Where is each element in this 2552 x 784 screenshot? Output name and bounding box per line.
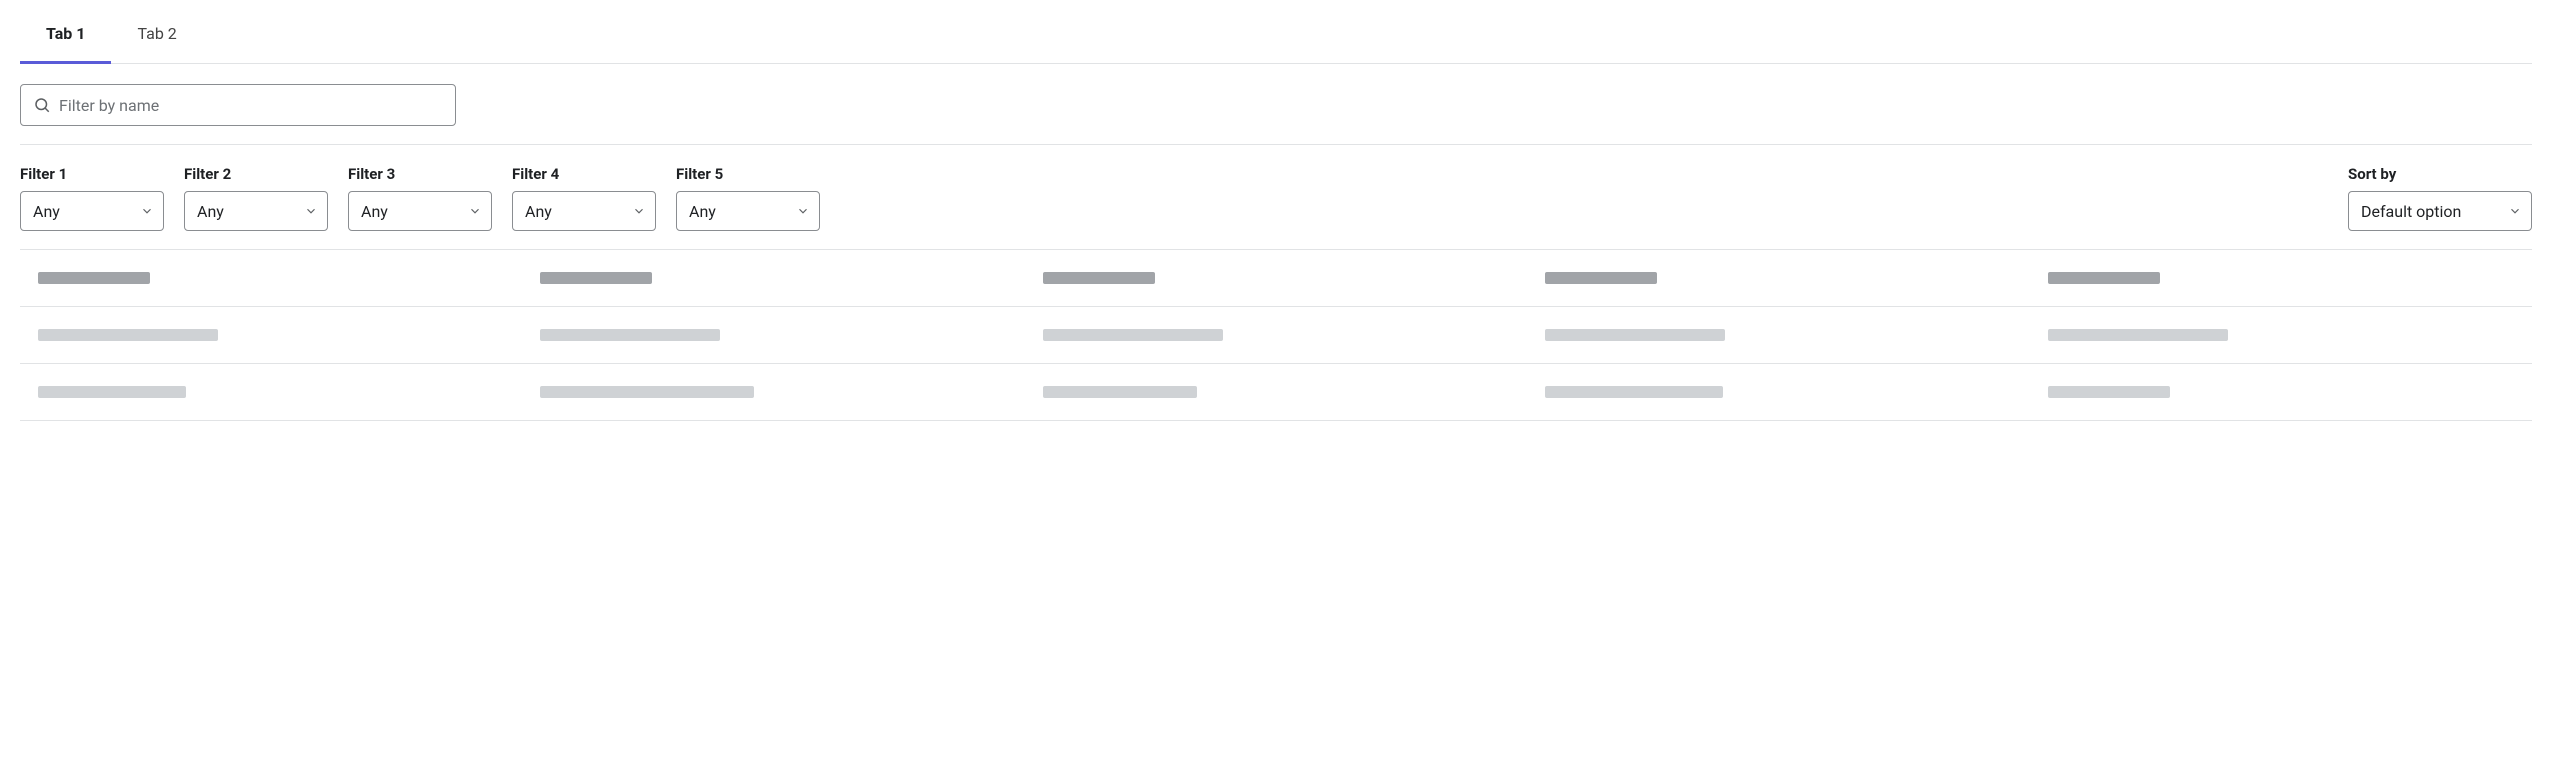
skeleton-placeholder: [1545, 329, 1725, 341]
filter-4-label: Filter 4: [512, 165, 656, 183]
skeleton-placeholder: [38, 386, 186, 398]
table-cell: [20, 329, 522, 341]
table-cell: [522, 272, 1024, 284]
filter-1-label: Filter 1: [20, 165, 164, 183]
filter-2-select[interactable]: Any: [184, 191, 328, 231]
table-cell: [2030, 329, 2532, 341]
skeleton-placeholder: [2048, 272, 2160, 284]
filter-5-label: Filter 5: [676, 165, 820, 183]
table-cell: [2030, 386, 2532, 398]
tab-1[interactable]: Tab 1: [20, 14, 111, 64]
skeleton-placeholder: [540, 386, 754, 398]
filter-3-select[interactable]: Any: [348, 191, 492, 231]
table-row: [20, 307, 2532, 364]
filter-3: Filter 3 Any: [348, 165, 492, 231]
search-input[interactable]: [59, 96, 443, 115]
filter-2-label: Filter 2: [184, 165, 328, 183]
skeleton-placeholder: [38, 329, 218, 341]
table-header-row: [20, 250, 2532, 307]
filter-2: Filter 2 Any: [184, 165, 328, 231]
filters-row: Filter 1 Any Filter 2 Any Filter 3 Any F…: [20, 145, 2532, 250]
filter-5: Filter 5 Any: [676, 165, 820, 231]
skeleton-placeholder: [1043, 272, 1155, 284]
filter-5-select[interactable]: Any: [676, 191, 820, 231]
search-box[interactable]: [20, 84, 456, 126]
skeleton-placeholder: [1043, 329, 1223, 341]
table-cell: [1025, 329, 1527, 341]
table-row: [20, 364, 2532, 421]
tab-2[interactable]: Tab 2: [111, 14, 202, 63]
table-cell: [20, 272, 522, 284]
skeleton-placeholder: [1545, 272, 1657, 284]
filter-1-select[interactable]: Any: [20, 191, 164, 231]
filter-3-label: Filter 3: [348, 165, 492, 183]
skeleton-placeholder: [1545, 386, 1723, 398]
skeleton-placeholder: [38, 272, 150, 284]
table-cell: [1527, 329, 2029, 341]
table-cell: [1025, 272, 1527, 284]
filter-4-select[interactable]: Any: [512, 191, 656, 231]
skeleton-placeholder: [1043, 386, 1197, 398]
skeleton-placeholder: [2048, 329, 2228, 341]
table-cell: [1527, 386, 2029, 398]
sort-by-select[interactable]: Default option: [2348, 191, 2532, 231]
sort-by: Sort by Default option: [2348, 165, 2532, 231]
table-cell: [1527, 272, 2029, 284]
filter-4: Filter 4 Any: [512, 165, 656, 231]
table-cell: [1025, 386, 1527, 398]
search-icon: [33, 96, 51, 114]
table-cell: [522, 386, 1024, 398]
sort-by-label: Sort by: [2348, 165, 2532, 183]
filter-1: Filter 1 Any: [20, 165, 164, 231]
table-cell: [2030, 272, 2532, 284]
skeleton-placeholder: [540, 272, 652, 284]
tabs: Tab 1 Tab 2: [20, 0, 2532, 64]
skeleton-table: [20, 250, 2532, 421]
skeleton-placeholder: [540, 329, 720, 341]
skeleton-placeholder: [2048, 386, 2170, 398]
table-cell: [20, 386, 522, 398]
search-row: [20, 64, 2532, 145]
table-cell: [522, 329, 1024, 341]
